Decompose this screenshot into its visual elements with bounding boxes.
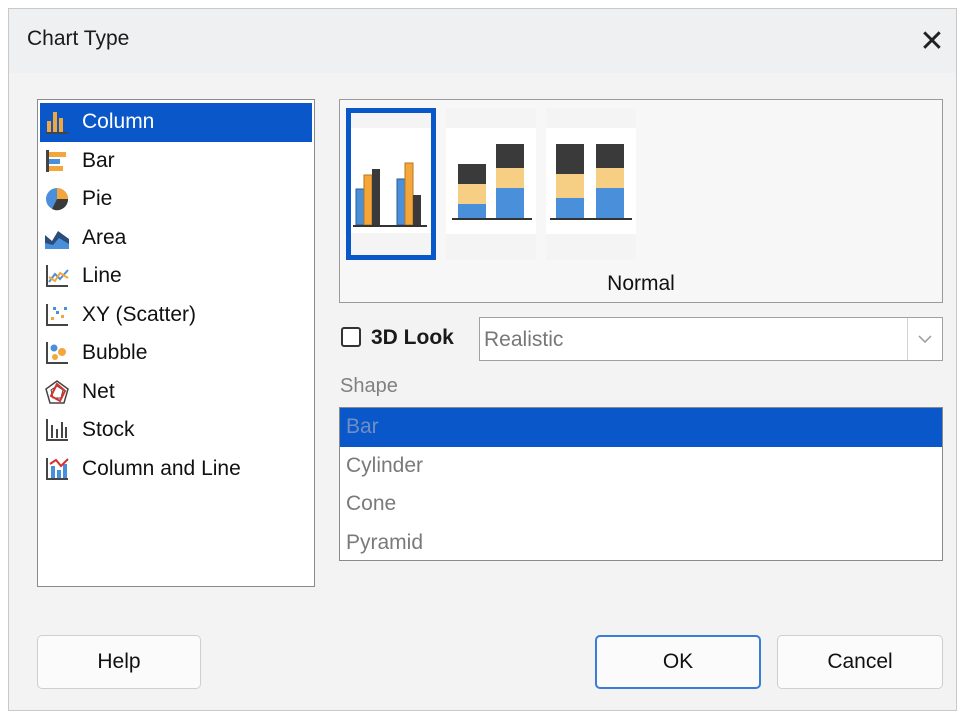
variant-stacked[interactable] [446, 108, 536, 260]
cancel-button[interactable]: Cancel [777, 635, 943, 689]
chart-variant-panel: Normal [339, 99, 943, 303]
line-chart-icon [46, 265, 69, 288]
list-item[interactable]: Stock [40, 411, 312, 450]
list-item[interactable]: Cone [340, 485, 942, 524]
list-item-label: Area [82, 225, 127, 249]
list-item-label: Column and Line [82, 456, 241, 480]
list-item[interactable]: Pyramid [340, 524, 942, 563]
help-button[interactable]: Help [37, 635, 201, 689]
list-item-label: Net [82, 379, 115, 403]
net-chart-icon [45, 379, 69, 404]
shape-label: Shape [340, 375, 398, 397]
list-item[interactable]: Net [40, 373, 312, 412]
scatter-chart-icon [46, 303, 68, 326]
list-item-label: Line [82, 264, 122, 288]
column-chart-icon [46, 112, 68, 135]
percent-stacked-column-icon [546, 108, 636, 260]
normal-column-icon [351, 113, 431, 255]
title-bar: Chart Type ✕ [9, 9, 956, 73]
column-line-chart-icon [46, 457, 69, 480]
bar-chart-icon [46, 149, 66, 172]
list-item-label: Bar [82, 148, 115, 172]
stacked-column-icon [446, 108, 536, 260]
list-item[interactable]: Column [40, 103, 312, 142]
chart-type-list[interactable]: Column Bar Pie Area Line XY (Scatter) Bu… [37, 99, 315, 587]
variant-normal[interactable] [346, 108, 436, 260]
3d-style-value: Realistic [484, 328, 564, 351]
3d-style-select[interactable]: Realistic [479, 317, 943, 361]
list-item[interactable]: Pie [40, 180, 312, 219]
list-item[interactable]: Cylinder [340, 447, 942, 486]
shape-list[interactable]: Bar Cylinder Cone Pyramid [339, 407, 943, 561]
variant-label: Normal [607, 272, 675, 295]
variant-percent-stacked[interactable] [546, 108, 636, 260]
stock-chart-icon [46, 419, 68, 442]
list-item-label: Column [82, 110, 155, 134]
list-item[interactable]: Bubble [40, 334, 312, 373]
dialog-title: Chart Type [27, 27, 130, 50]
list-item[interactable]: Line [40, 257, 312, 296]
list-item[interactable]: Bar [40, 142, 312, 181]
3d-look-checkbox[interactable] [341, 327, 361, 347]
list-item-label: XY (Scatter) [82, 302, 196, 326]
area-chart-icon [45, 230, 69, 249]
chevron-down-icon[interactable] [907, 318, 942, 360]
3d-look-row: 3D Look Realistic [339, 317, 943, 361]
list-item-label: Pie [82, 187, 113, 211]
list-item[interactable]: Bar [340, 408, 942, 447]
list-item-label: Bubble [82, 341, 148, 365]
close-icon[interactable]: ✕ [912, 21, 952, 61]
bubble-chart-icon [46, 342, 68, 365]
pie-chart-icon [46, 188, 69, 211]
ok-button[interactable]: OK [595, 635, 761, 689]
list-item[interactable]: XY (Scatter) [40, 296, 312, 335]
list-item[interactable]: Column and Line [40, 450, 312, 489]
chart-type-dialog: Chart Type ✕ Column Bar Pie Area Line XY… [8, 8, 957, 711]
list-item-label: Stock [82, 418, 135, 442]
3d-look-label[interactable]: 3D Look [371, 326, 454, 350]
list-item[interactable]: Area [40, 219, 312, 258]
